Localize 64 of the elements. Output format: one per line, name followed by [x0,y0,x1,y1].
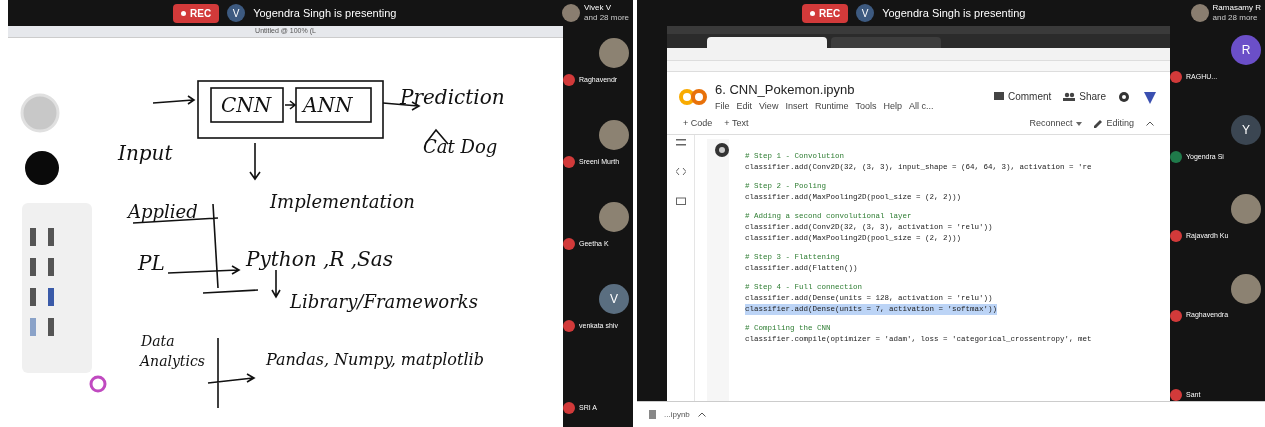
avatar-placeholder [562,4,581,22]
reconnect-button[interactable]: Reconnect [1029,116,1083,131]
folder-icon[interactable] [675,197,686,205]
avatar: V [599,284,629,314]
avatar-placeholder [1231,194,1261,225]
add-cell-button[interactable]: + Text [724,116,749,131]
people-icon [1063,92,1076,101]
presenter-label: Yogendra Singh is presenting [882,5,1026,21]
menu-icon[interactable] [675,139,686,146]
record-dot-icon [810,10,815,16]
share-button[interactable]: Share [1063,89,1106,104]
file-icon [649,410,656,419]
handwritten-text: CNN [221,92,272,119]
participant-name: Ramasamy R [1212,3,1261,13]
avatar-placeholder [599,38,629,68]
menu-item[interactable]: File [715,99,730,113]
avatar: Y [1231,114,1261,145]
presenter-avatar: V [227,4,246,22]
more-participants: and 28 more [1212,13,1259,23]
notebook-title: 6. CNN_Pokemon.ipynb [715,81,856,99]
handwritten-text: Python ,R ,Sas [246,246,393,273]
presenter-label: Yogendra Singh is presenting [253,5,397,21]
avatar-placeholder [599,202,629,232]
avatar-placeholder [599,120,629,150]
handwritten-text: ANN [303,92,353,119]
menu-item[interactable]: Insert [785,99,808,113]
menu-item[interactable]: View [759,99,779,113]
more-participants: and 28 more [584,13,629,23]
caret-icon [1076,121,1083,126]
handwritten-text: Cat Dog [423,135,498,159]
menu-item[interactable]: Help [883,99,902,113]
recording-badge: REC [802,3,849,23]
handwritten-text: Analytics [140,352,205,371]
participant-name: Vivek V [584,3,613,13]
recording-badge: REC [173,3,220,23]
comment-icon [993,91,1004,102]
settings-icon[interactable] [1118,90,1130,103]
avatar-placeholder [1190,4,1209,22]
handwritten-text: Pandas, Numpy, matplotlib [266,349,484,371]
handwritten-text: Implementation [270,190,415,214]
menu-item[interactable]: Edit [736,99,753,113]
add-cell-button[interactable]: + Code [683,116,713,131]
run-button-icon[interactable] [715,143,729,157]
handwritten-text: PL [138,250,165,277]
record-dot-icon [181,10,186,16]
presenter-avatar: V [856,4,875,22]
handwritten-text: Prediction [400,84,505,111]
menu-item[interactable]: Runtime [814,99,849,113]
chevron-up-icon[interactable] [697,412,706,417]
logo-icon [679,88,707,105]
chevron-up-icon[interactable] [1146,121,1154,126]
handwritten-text: Library/Frameworks [290,290,478,314]
pencil-icon [1094,119,1103,128]
editing-button[interactable]: Editing [1094,116,1134,131]
handwritten-text: Input [118,140,173,167]
avatar: R [1231,35,1261,66]
menu-item[interactable]: All c... [908,99,934,113]
code-icon[interactable] [675,168,686,175]
handwritten-text: Data [141,332,175,351]
download-file-name[interactable]: ...ipynb [664,408,690,421]
comment-button[interactable]: Comment [993,89,1052,104]
menu-item[interactable]: Tools [855,99,877,113]
handwritten-text: Applied [128,200,198,224]
avatar-placeholder [1231,273,1261,304]
